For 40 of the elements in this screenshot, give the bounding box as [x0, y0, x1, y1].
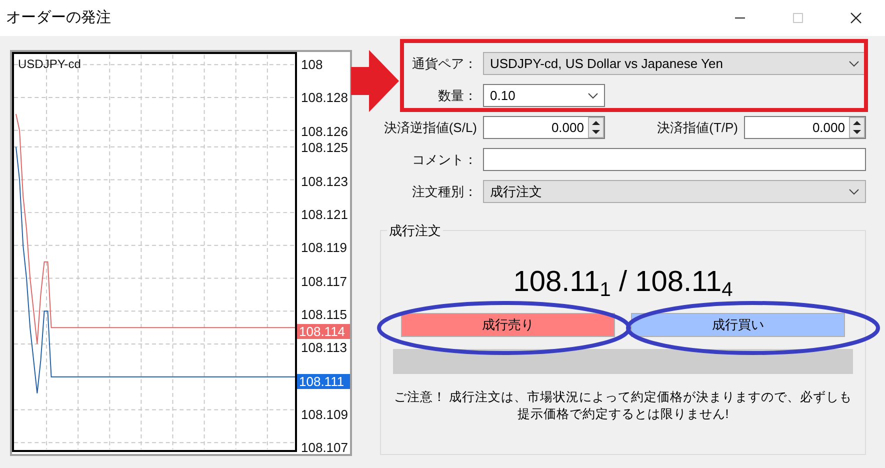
field-label: 注文種別：: [411, 182, 478, 201]
close-icon: [850, 12, 862, 24]
ask-price-marker: 108.114: [297, 324, 350, 339]
price-axis-label: 108.117: [301, 274, 348, 289]
comment-field[interactable]: [483, 148, 866, 171]
price-axis-label: 108.128: [301, 90, 348, 106]
field-label: 決済指値(T/P): [656, 118, 739, 137]
price-axis-label: 108.119: [301, 240, 348, 256]
field-label: 通貨ペア：: [411, 54, 478, 73]
field-label: コメント：: [411, 150, 478, 169]
bid-price-marker: 108.111: [297, 374, 350, 389]
price-axis-label: 108: [301, 57, 323, 72]
price-axis-label: 108.125: [301, 140, 348, 156]
buy-button[interactable]: 成行買い: [631, 313, 845, 337]
price-axis-label: 108.126: [301, 124, 348, 139]
spinner-arrows-icon[interactable]: [588, 117, 604, 138]
chevron-down-icon: [849, 60, 859, 66]
volume-dropdown[interactable]: 0.10: [483, 84, 605, 107]
price-axis-label: 108.121: [301, 207, 348, 222]
chart-symbol: USDJPY-cd: [18, 56, 81, 73]
window-title: オーダーの発注: [6, 8, 111, 28]
field-label: 数量：: [437, 86, 478, 105]
chevron-down-icon: [588, 92, 598, 98]
notice-text: ご注意！ 成行注文は、市場状況によって約定価格が決まりますので、必ずしも: [394, 389, 852, 406]
price-axis-label: 108.107: [301, 440, 348, 456]
price-axis-label: 108.123: [301, 174, 348, 189]
price-axis-label: 108.109: [301, 407, 348, 422]
price-axis-label: 108.113: [301, 340, 348, 356]
price-axis-label: 108.115: [301, 307, 348, 322]
order-type-dropdown[interactable]: 成行注文: [483, 180, 866, 203]
field-label: 決済逆指値(S/L): [382, 118, 478, 137]
take-profit-field[interactable]: 0.000: [744, 116, 866, 139]
maximize-icon: [792, 12, 804, 24]
bid-ask-price: 108.11$_{1}$ / 108.11$_{4}$: [513, 265, 733, 299]
spinner-arrows-icon[interactable]: [849, 117, 865, 138]
stop-loss-field[interactable]: 0.000: [483, 116, 605, 139]
sell-button[interactable]: 成行売り: [401, 313, 615, 337]
chevron-down-icon: [849, 188, 859, 194]
symbol-dropdown[interactable]: USDJPY-cd, US Dollar vs Japanese Yen: [483, 52, 866, 75]
notice-text: 提示価格で約定するとは限りません!: [517, 406, 729, 423]
